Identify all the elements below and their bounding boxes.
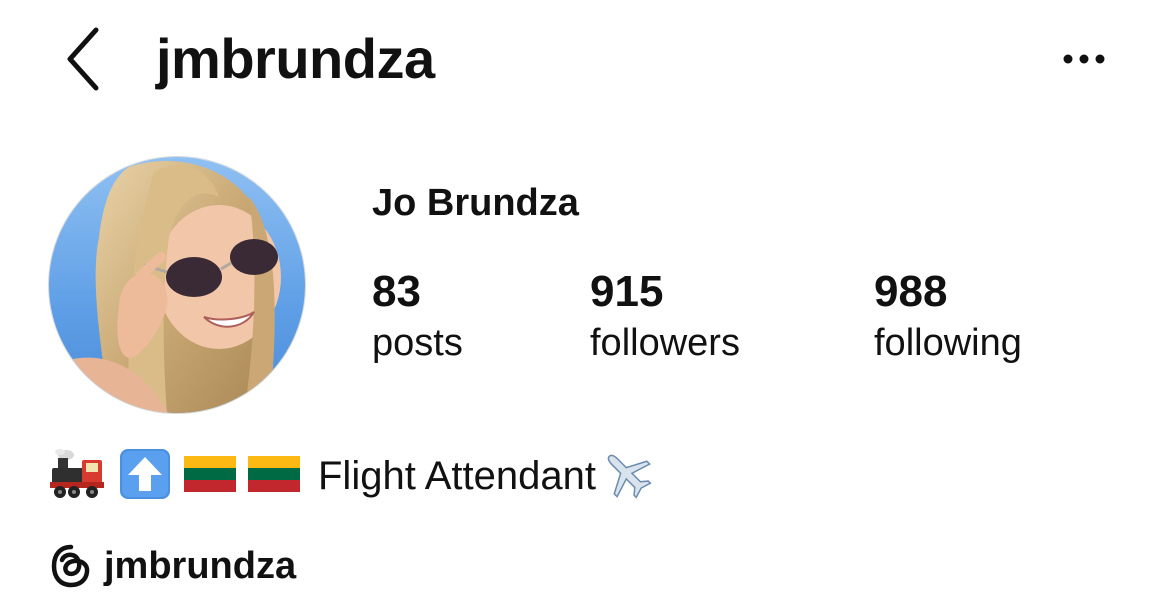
posts-count: 83 <box>372 267 421 316</box>
followers-stat[interactable]: 915 followers <box>590 264 740 368</box>
profile-photo <box>49 157 305 413</box>
lithuania-flag-icon <box>184 455 236 497</box>
more-options-button[interactable] <box>1054 42 1114 76</box>
following-count: 988 <box>874 267 948 316</box>
followers-count: 915 <box>590 267 664 316</box>
following-stat[interactable]: 988 following <box>874 264 1022 368</box>
steam-locomotive-icon <box>48 448 106 505</box>
bio-text: Flight Attendant <box>318 454 596 498</box>
profile-username-title: jmbrundza <box>156 27 435 90</box>
posts-label: posts <box>372 322 463 364</box>
back-button[interactable] <box>62 26 106 92</box>
airplane-icon <box>598 445 656 508</box>
threads-icon <box>51 544 90 588</box>
followers-label: followers <box>590 322 740 364</box>
display-name: Jo Brundza <box>372 182 579 224</box>
bio: Flight Attendant <box>48 446 656 506</box>
chevron-left-icon <box>67 27 99 91</box>
up-arrow-icon <box>118 448 172 505</box>
posts-stat[interactable]: 83 posts <box>372 264 463 368</box>
more-horizontal-icon <box>1063 54 1105 64</box>
threads-handle: jmbrundza <box>104 545 297 587</box>
threads-profile-link[interactable]: jmbrundza <box>50 538 296 594</box>
following-label: following <box>874 322 1022 364</box>
lithuania-flag-icon <box>248 455 300 497</box>
avatar[interactable] <box>48 156 306 414</box>
